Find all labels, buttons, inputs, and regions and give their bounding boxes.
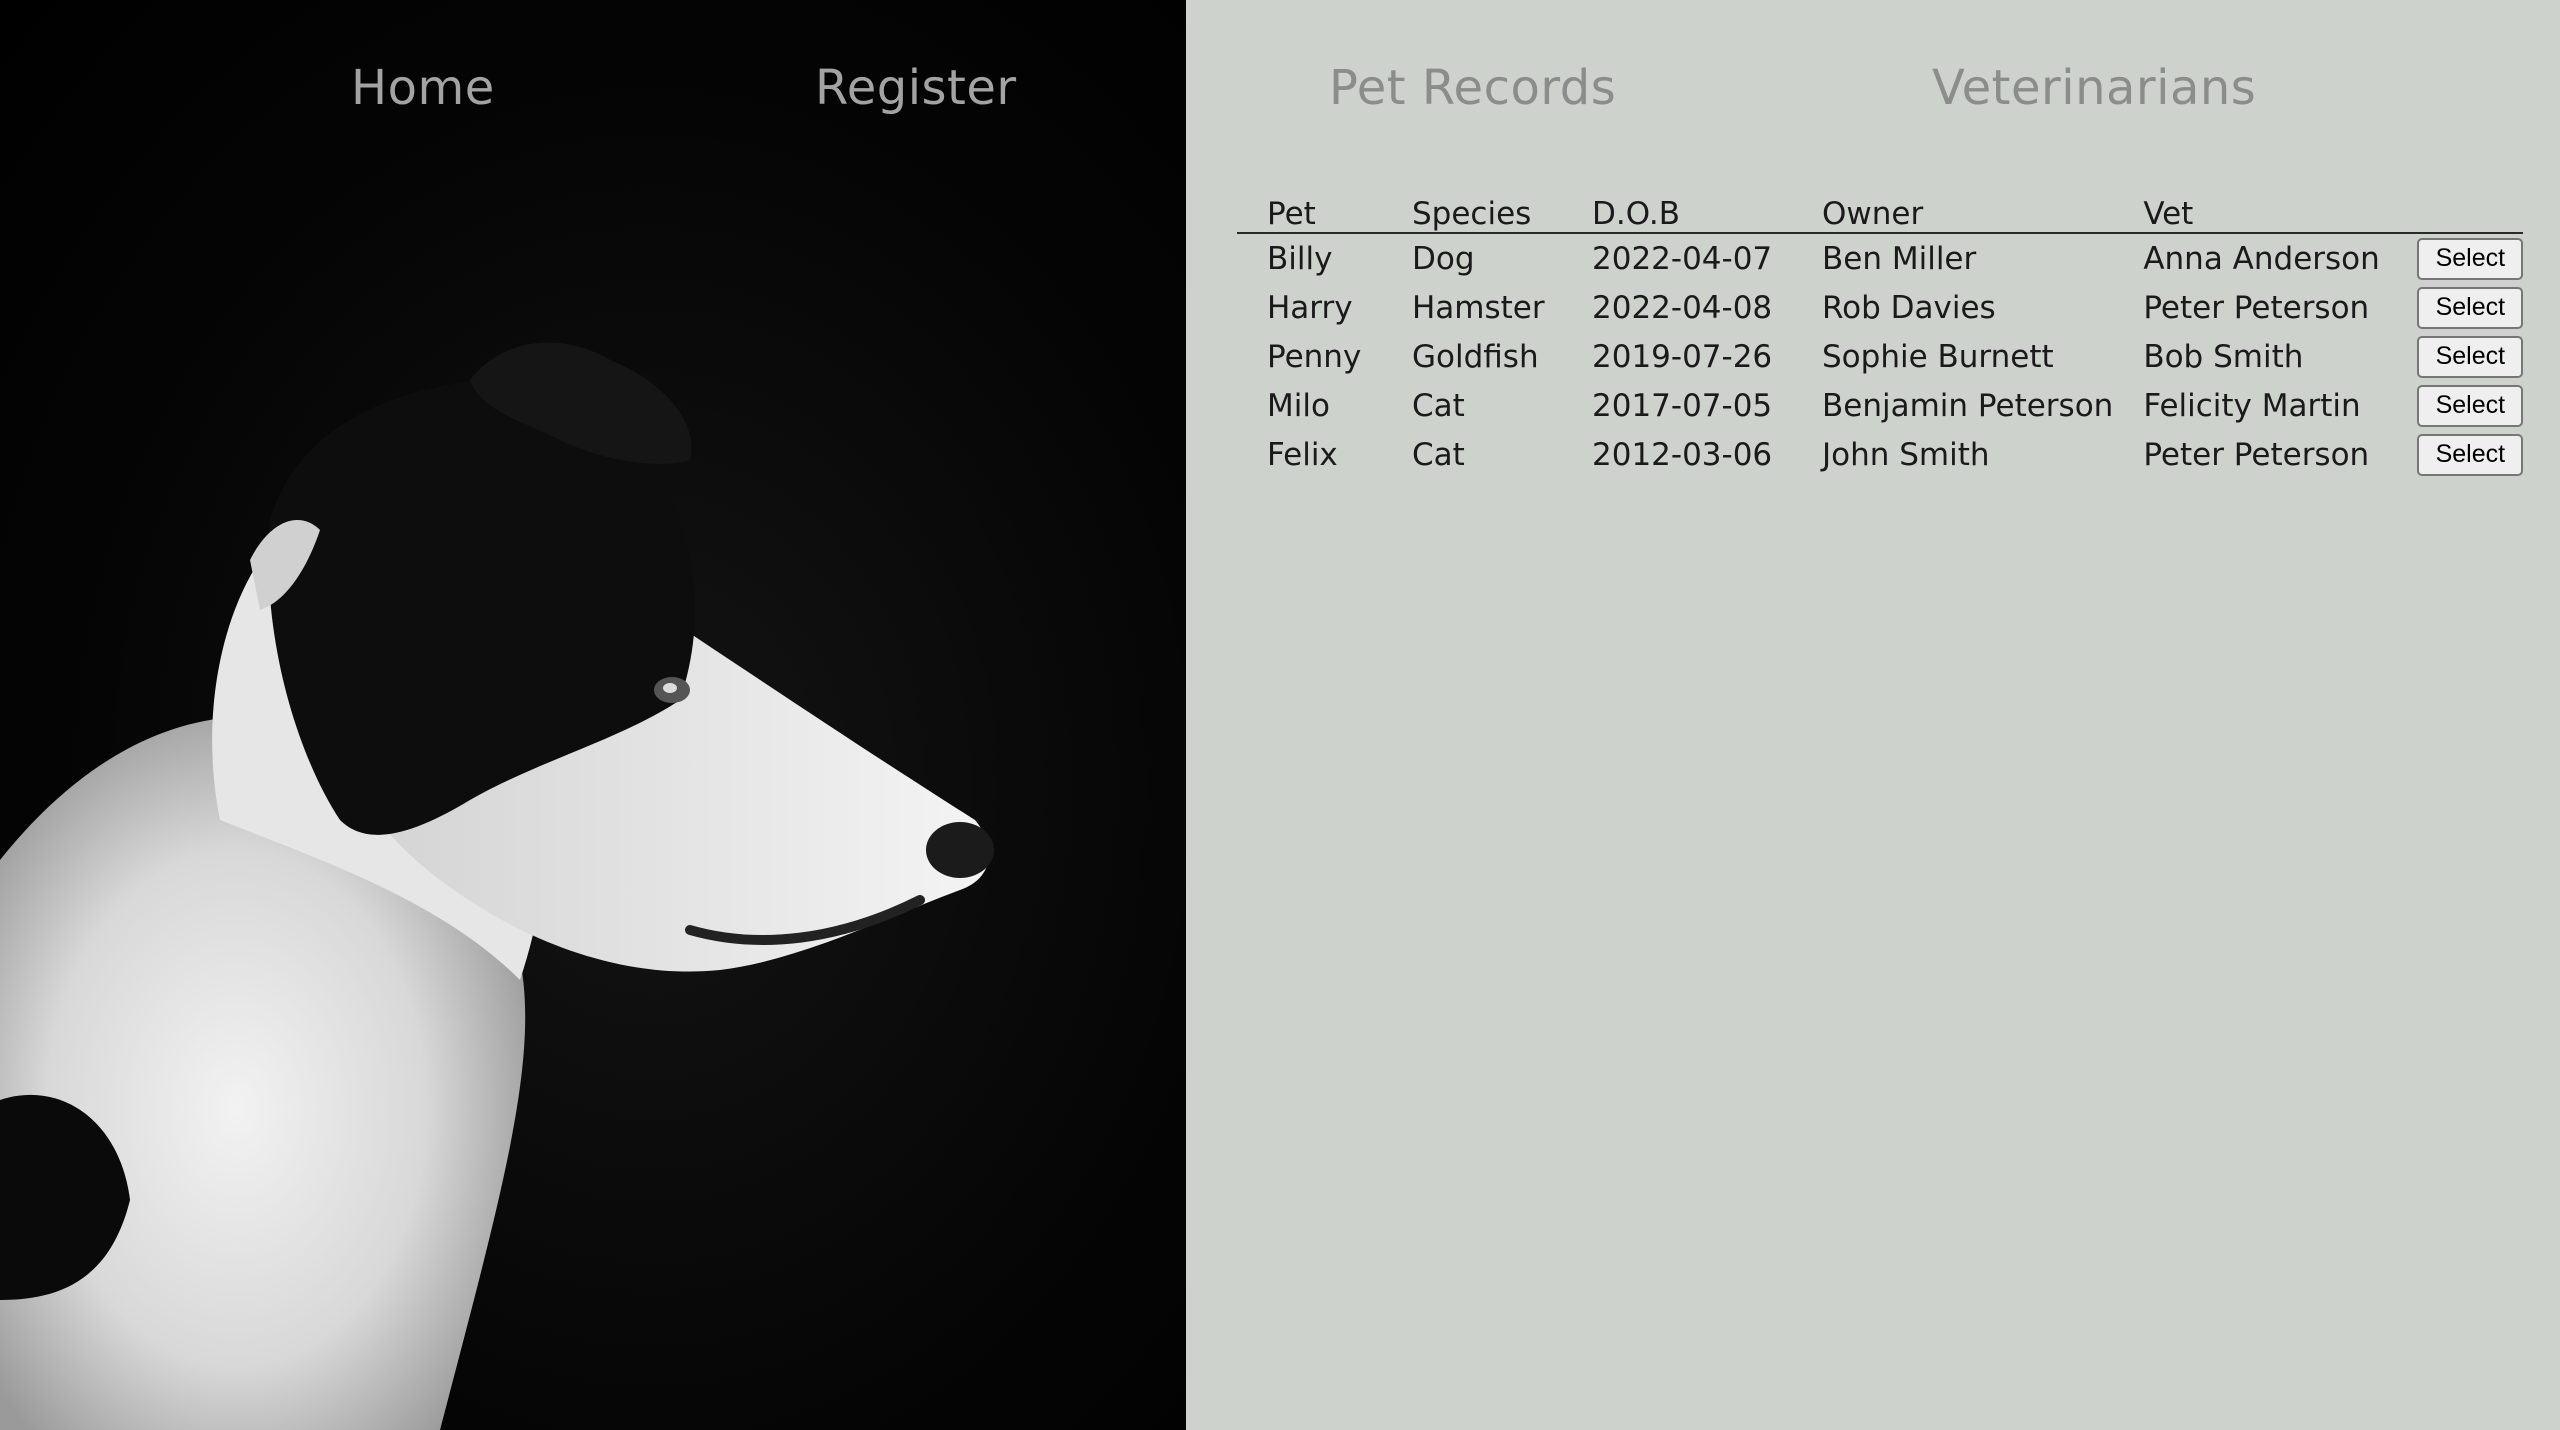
cell-action: Select: [2387, 430, 2524, 479]
cell-species: Goldfish: [1412, 338, 1539, 375]
cell-owner: Benjamin Peterson: [1822, 387, 2114, 424]
cell-owner: Rob Davies: [1822, 289, 1996, 326]
header-pet: Pet: [1267, 196, 1316, 232]
cell-dob: 2019-07-26: [1592, 338, 1773, 375]
cell-dob: 2022-04-08: [1592, 289, 1773, 326]
dog-portrait-photo: [0, 342, 994, 1430]
select-button[interactable]: Select: [2417, 384, 2524, 427]
cell-species: Cat: [1412, 387, 1465, 424]
cell-dob: 2017-07-05: [1592, 387, 1773, 424]
cell-pet: Milo: [1267, 387, 1330, 424]
header-owner: Owner: [1822, 196, 1924, 232]
cell-pet: Billy: [1267, 240, 1333, 277]
table-row: Penny Goldfish 2019-07-26 Sophie Burnett…: [1237, 332, 2524, 381]
cell-species: Hamster: [1412, 289, 1545, 326]
nav-pet-records-link[interactable]: Pet Records: [1329, 56, 1616, 120]
cell-vet: Peter Peterson: [2143, 436, 2370, 473]
cell-action: Select: [2387, 332, 2524, 381]
select-button[interactable]: Select: [2417, 433, 2524, 476]
table-row: Billy Dog 2022-04-07 Ben Miller Anna And…: [1237, 233, 2524, 283]
header-action: [2387, 188, 2523, 233]
cell-action: Select: [2387, 381, 2524, 430]
cell-pet: Felix: [1267, 436, 1338, 473]
cell-pet: Harry: [1267, 289, 1353, 326]
table-body: Billy Dog 2022-04-07 Ben Miller Anna And…: [1237, 233, 2524, 479]
cell-vet: Felicity Martin: [2143, 387, 2361, 424]
cell-species: Cat: [1412, 436, 1465, 473]
select-button[interactable]: Select: [2417, 237, 2524, 280]
cell-dob: 2012-03-06: [1592, 436, 1773, 473]
nav-home-link[interactable]: Home: [351, 56, 495, 120]
nav-register-link[interactable]: Register: [815, 56, 1017, 120]
table-row: Felix Cat 2012-03-06 John Smith Peter Pe…: [1237, 430, 2524, 479]
cell-vet: Bob Smith: [2143, 338, 2304, 375]
cell-action: Select: [2387, 233, 2524, 283]
cell-vet: Anna Anderson: [2143, 240, 2380, 277]
pet-records-table: Pet Species D.O.B Owner Vet Billy Dog 20…: [1237, 188, 2524, 479]
table-header: Pet Species D.O.B Owner Vet: [1237, 188, 2524, 233]
table-row: Harry Hamster 2022-04-08 Rob Davies Pete…: [1237, 283, 2524, 332]
header-dob: D.O.B: [1592, 196, 1680, 232]
cell-species: Dog: [1412, 240, 1475, 277]
nav-veterinarians-link[interactable]: Veterinarians: [1932, 56, 2256, 120]
header-vet: Vet: [2143, 196, 2194, 232]
header-species: Species: [1412, 196, 1532, 232]
select-button[interactable]: Select: [2417, 335, 2524, 378]
select-button[interactable]: Select: [2417, 286, 2524, 329]
cell-action: Select: [2387, 283, 2524, 332]
cell-dob: 2022-04-07: [1592, 240, 1773, 277]
hero-photo-panel: [0, 0, 1186, 1430]
cell-owner: Sophie Burnett: [1822, 338, 2054, 375]
page: Home Register Pet Records Veterinarians …: [0, 0, 2560, 1430]
cell-owner: John Smith: [1822, 436, 1990, 473]
cell-owner: Ben Miller: [1822, 240, 1977, 277]
cell-vet: Peter Peterson: [2143, 289, 2370, 326]
cell-pet: Penny: [1267, 338, 1362, 375]
table-header-row: Pet Species D.O.B Owner Vet: [1237, 188, 2524, 233]
table-row: Milo Cat 2017-07-05 Benjamin Peterson Fe…: [1237, 381, 2524, 430]
